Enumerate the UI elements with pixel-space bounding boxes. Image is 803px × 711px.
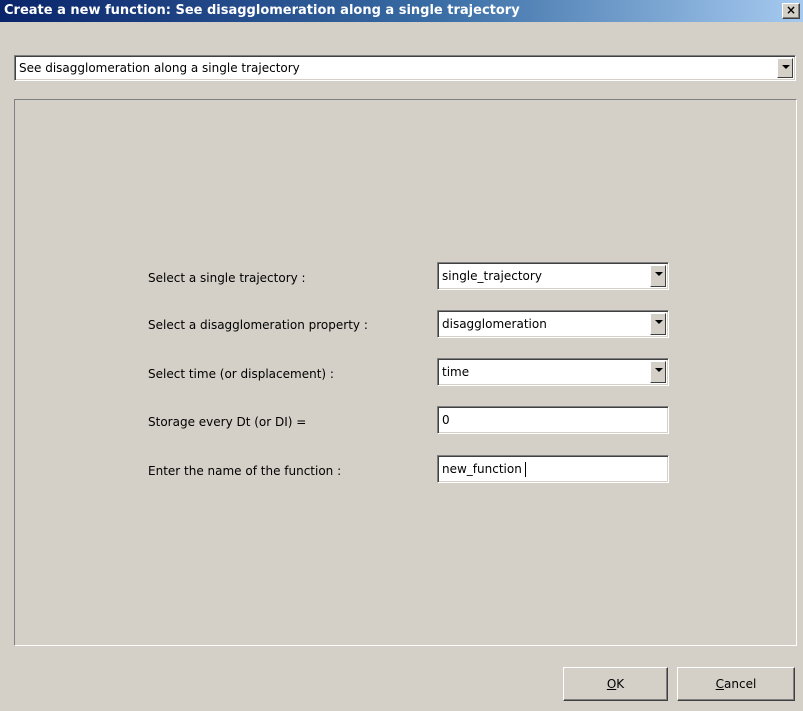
storage-label: Storage every Dt (or DI) = xyxy=(148,415,307,429)
cancel-mnemonic: C xyxy=(715,677,725,691)
function-name-value-wrap: new_function xyxy=(442,456,526,482)
function-type-select[interactable]: See disagglomeration along a single traj… xyxy=(14,55,796,81)
time-value: time xyxy=(442,365,470,379)
chevron-down-icon[interactable] xyxy=(650,265,666,287)
close-icon: × xyxy=(785,3,797,17)
chevron-down-icon[interactable] xyxy=(650,361,666,383)
trajectory-select[interactable]: single_trajectory xyxy=(437,262,669,290)
parameters-panel xyxy=(14,99,797,646)
chevron-down-icon[interactable] xyxy=(777,58,793,78)
chevron-down-icon[interactable] xyxy=(650,313,666,335)
ok-button[interactable]: OK xyxy=(563,667,668,701)
trajectory-label: Select a single trajectory : xyxy=(148,271,306,285)
ok-mnemonic: O xyxy=(606,677,617,691)
property-select[interactable]: disagglomeration xyxy=(437,310,669,338)
cancel-button[interactable]: Cancel xyxy=(677,667,795,701)
function-name-label: Enter the name of the function : xyxy=(148,464,342,478)
text-cursor xyxy=(524,461,526,477)
ok-label-rest: K xyxy=(616,677,625,691)
time-label: Select time (or displacement) : xyxy=(148,367,334,381)
storage-value: 0 xyxy=(442,413,450,427)
function-name-value: new_function xyxy=(442,462,522,476)
function-type-value: See disagglomeration along a single traj… xyxy=(19,61,300,75)
property-value: disagglomeration xyxy=(442,317,547,331)
title-bar[interactable]: Create a new function: See disagglomerat… xyxy=(0,0,803,22)
cancel-label-rest: ancel xyxy=(724,677,757,691)
trajectory-value: single_trajectory xyxy=(442,269,542,283)
property-label: Select a disagglomeration property : xyxy=(148,318,368,332)
time-select[interactable]: time xyxy=(437,358,669,386)
storage-input[interactable]: 0 xyxy=(437,406,669,434)
dialog-window: Create a new function: See disagglomerat… xyxy=(0,0,803,711)
window-title: Create a new function: See disagglomerat… xyxy=(4,3,520,18)
function-name-input[interactable]: new_function xyxy=(437,455,669,483)
close-button[interactable]: × xyxy=(782,3,800,19)
